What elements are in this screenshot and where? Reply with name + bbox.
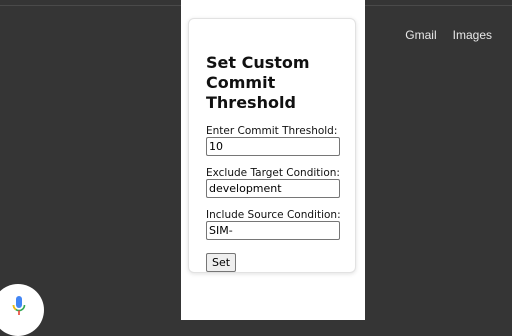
include-source-label: Include Source Condition: <box>206 209 341 221</box>
exclude-target-input[interactable] <box>206 179 340 198</box>
images-link[interactable]: Images <box>453 28 492 42</box>
microphone-icon <box>12 296 26 315</box>
exclude-target-label: Exclude Target Condition: <box>206 167 340 179</box>
include-source-input[interactable] <box>206 221 340 240</box>
commit-threshold-input[interactable] <box>206 137 340 156</box>
commit-threshold-label: Enter Commit Threshold: <box>206 125 338 137</box>
popup-title: Set Custom Commit Threshold <box>206 53 310 112</box>
gmail-link[interactable]: Gmail <box>405 28 436 42</box>
threshold-form-card: Set Custom Commit Threshold Enter Commit… <box>188 18 356 273</box>
set-button[interactable]: Set <box>206 253 237 272</box>
header-links: Gmail Images <box>405 28 492 42</box>
